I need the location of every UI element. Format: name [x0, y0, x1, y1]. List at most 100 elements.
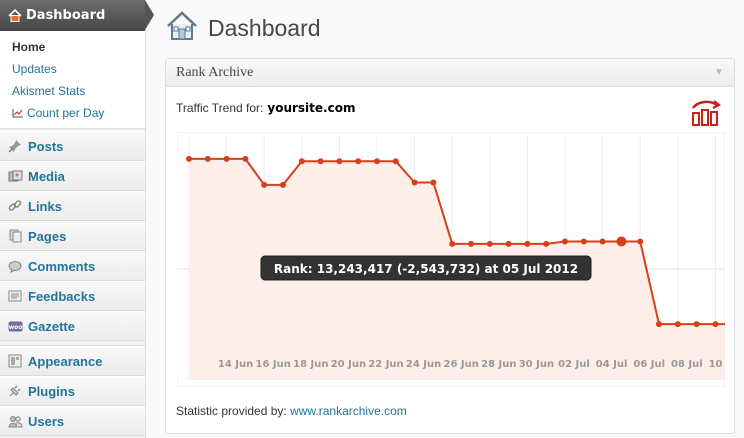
chart-tooltip: Rank: 13,243,417 (-2,543,732) at 05 Jul … — [260, 255, 592, 281]
data-point[interactable] — [355, 158, 362, 165]
collapse-arrow-icon[interactable]: ▼ — [714, 67, 724, 78]
data-point[interactable] — [616, 236, 627, 247]
menu-appearance[interactable]: Appearance — [0, 346, 145, 376]
menu-pages-label: Pages — [28, 228, 67, 244]
data-point[interactable] — [693, 321, 700, 328]
data-point[interactable] — [449, 240, 456, 247]
x-tick-label: 10 Jul — [709, 359, 725, 370]
pushpin-icon — [7, 138, 23, 154]
x-tick-label: 14 Jun — [218, 359, 253, 370]
data-point[interactable] — [468, 240, 474, 247]
data-point[interactable] — [336, 158, 343, 165]
menu-links-label: Links — [28, 198, 62, 214]
menu-posts[interactable]: Posts — [0, 131, 145, 161]
data-point[interactable] — [186, 155, 192, 162]
data-point[interactable] — [637, 238, 644, 245]
x-tick-label: 04 Jul — [596, 359, 628, 370]
menu-users[interactable]: Users — [0, 406, 145, 436]
data-point[interactable] — [543, 240, 550, 247]
data-point[interactable] — [505, 240, 512, 247]
svg-text:woo: woo — [8, 324, 22, 331]
rankarchive-link[interactable]: www.rankarchive.com — [290, 404, 407, 418]
data-point[interactable] — [580, 238, 587, 245]
widget-footer: Statistic provided by: www.rankarchive.c… — [176, 404, 407, 418]
menu-plugins[interactable]: Plugins — [0, 376, 145, 406]
menu-appearance-label: Appearance — [28, 353, 103, 369]
x-tick-label: 30 Jun — [519, 359, 554, 370]
page-header: Dashboard — [166, 10, 321, 46]
submenu-updates[interactable]: Updates — [12, 58, 145, 80]
x-tick-label: 28 Jun — [481, 359, 516, 370]
menu-dashboard[interactable]: Dashboard — [0, 0, 154, 31]
menu-comments[interactable]: Comments — [0, 251, 145, 281]
data-point[interactable] — [486, 240, 493, 247]
menu-comments-label: Comments — [28, 258, 96, 274]
page-title: Dashboard — [208, 14, 321, 41]
data-point[interactable] — [392, 158, 399, 165]
x-tick-label: 20 Jun — [331, 359, 366, 370]
menu-gazette-label: Gazette — [28, 318, 75, 334]
appearance-icon — [7, 353, 23, 369]
footer-label: Statistic provided by: — [176, 404, 287, 418]
dashboard-house-icon — [166, 10, 198, 46]
chart-icon — [12, 108, 24, 118]
data-point[interactable] — [656, 321, 662, 328]
menu-users-label: Users — [28, 413, 65, 429]
admin-sidebar: Dashboard Home Updates Akismet Stats Cou… — [0, 0, 154, 438]
data-point[interactable] — [223, 155, 230, 162]
menu-dashboard-label: Dashboard — [26, 8, 106, 23]
menu-links[interactable]: Links — [0, 191, 145, 221]
x-tick-label: 22 Jun — [368, 359, 403, 370]
submenu-count-per-day[interactable]: Count per Day — [12, 102, 145, 124]
submenu-count-per-day-label: Count per Day — [27, 106, 105, 120]
data-point[interactable] — [298, 158, 305, 165]
traffic-trend-row: Traffic Trend for: yoursite.com — [176, 101, 355, 115]
x-tick-label: 24 Jun — [406, 359, 441, 370]
pages-icon — [7, 228, 23, 244]
data-point[interactable] — [374, 158, 380, 165]
menu-pages[interactable]: Pages — [0, 221, 145, 251]
x-tick-label: 26 Jun — [444, 359, 479, 370]
rank-archive-widget: Rank Archive ▼ Traffic Trend for: yoursit… — [165, 58, 735, 434]
menu-feedbacks-label: Feedbacks — [28, 288, 96, 304]
widget-title: Rank Archive — [176, 64, 254, 80]
data-point[interactable] — [280, 181, 286, 188]
x-tick-label: 02 Jul — [558, 359, 590, 370]
plugin-icon — [7, 383, 23, 399]
data-point[interactable] — [599, 238, 606, 245]
menu-feedbacks[interactable]: Feedbacks — [0, 281, 145, 311]
dashboard-submenu: Home Updates Akismet Stats Count per Day — [0, 31, 145, 129]
widget-header[interactable]: Rank Archive ▼ — [166, 59, 734, 87]
rank-chart[interactable]: 14 Jun 16 Jun 18 Jun 20 Jun 22 Jun 24 Jun 26 J… — [177, 132, 725, 387]
x-tick-label: 18 Jun — [293, 359, 328, 370]
data-point[interactable] — [411, 179, 418, 186]
data-point[interactable] — [317, 158, 324, 165]
data-point[interactable] — [562, 238, 568, 245]
menu-media-label: Media — [28, 168, 65, 184]
woo-icon: woo — [7, 318, 23, 334]
data-point[interactable] — [242, 155, 249, 162]
data-point[interactable] — [430, 179, 437, 186]
users-icon — [7, 413, 23, 429]
comment-icon — [7, 258, 23, 274]
menu-posts-label: Posts — [28, 138, 64, 154]
menu-gazette[interactable]: woo Gazette — [0, 311, 145, 341]
menu-media[interactable]: Media — [0, 161, 145, 191]
rankarchive-logo-icon[interactable] — [690, 99, 722, 131]
data-point[interactable] — [712, 321, 719, 328]
menu-plugins-label: Plugins — [28, 383, 75, 399]
house-icon — [8, 9, 22, 22]
data-point[interactable] — [524, 240, 531, 247]
data-point[interactable] — [204, 155, 211, 162]
x-tick-label: 16 Jun — [256, 359, 291, 370]
data-point[interactable] — [674, 321, 681, 328]
media-icon — [7, 168, 23, 184]
submenu-akismet-stats[interactable]: Akismet Stats — [12, 80, 145, 102]
site-name: yoursite.com — [267, 101, 356, 115]
link-icon — [7, 198, 23, 214]
trend-label: Traffic Trend for: — [176, 101, 264, 115]
data-point[interactable] — [261, 181, 268, 188]
x-tick-label: 08 Jul — [671, 359, 703, 370]
submenu-home[interactable]: Home — [12, 36, 145, 58]
x-tick-label: 06 Jul — [633, 359, 665, 370]
